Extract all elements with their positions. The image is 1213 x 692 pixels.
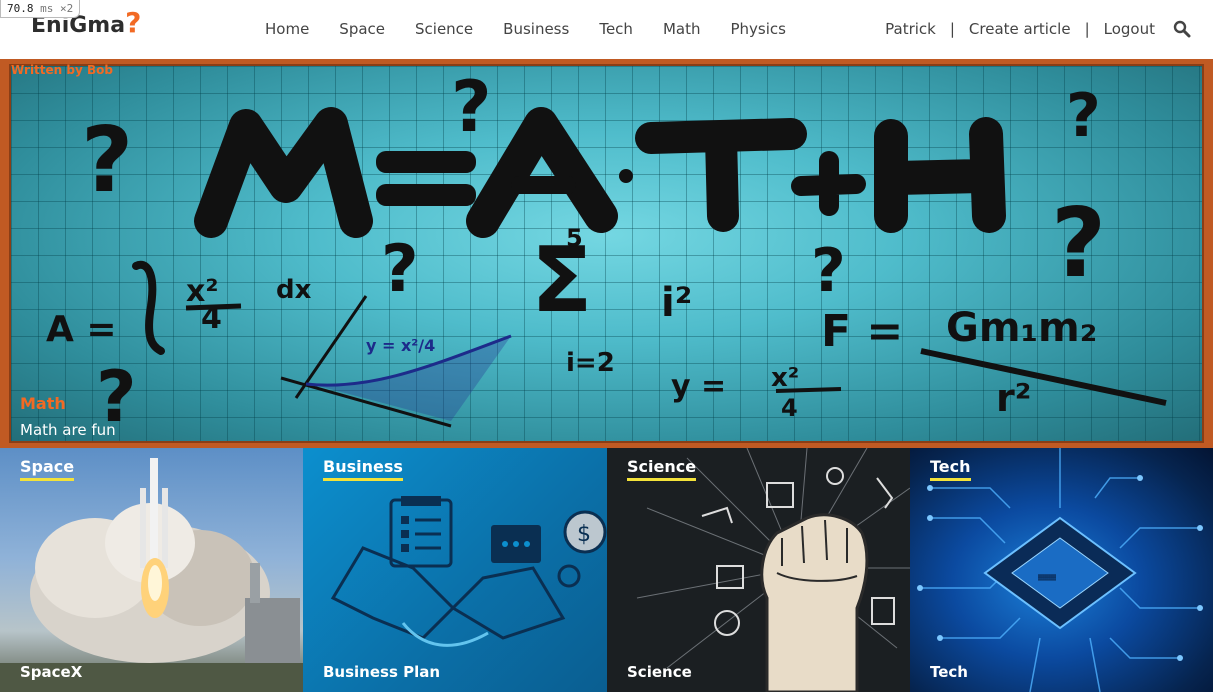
search-icon[interactable] [1173, 20, 1191, 38]
svg-text:4: 4 [781, 394, 798, 422]
timing-readout: 70.8 ms ×2 [0, 0, 81, 18]
card-business[interactable]: $ Business Business Plan [303, 448, 607, 692]
svg-text:▦▦▦: ▦▦▦ [1038, 572, 1056, 583]
separator: | [1084, 20, 1090, 38]
svg-text:i²: i² [661, 280, 692, 326]
math-chalkboard-illustration: ? ? ? ? ? ? ? A = x² 4 dx Σ 5 i=2 i² y =… [46, 66, 1167, 438]
nav-tech[interactable]: Tech [599, 18, 633, 40]
svg-text:$: $ [577, 522, 591, 547]
nav-physics[interactable]: Physics [730, 18, 785, 40]
card-category-label[interactable]: Space [20, 457, 75, 481]
article-title[interactable]: Math are fun [20, 421, 116, 439]
svg-text:5: 5 [566, 224, 583, 252]
card-category-label[interactable]: Tech [930, 457, 971, 481]
svg-text:?: ? [381, 232, 419, 307]
user-nav: Patrick | Create article | Logout [885, 18, 1191, 40]
nav-home[interactable]: Home [265, 18, 309, 40]
main-nav: Home Space Science Business Tech Math Ph… [250, 18, 801, 40]
featured-article[interactable]: ? ? ? ? ? ? ? A = x² 4 dx Σ 5 i=2 i² y =… [0, 59, 1213, 448]
svg-text:?: ? [81, 108, 133, 213]
create-article-link[interactable]: Create article [969, 18, 1071, 40]
svg-text:?: ? [811, 236, 846, 306]
svg-text:?: ? [1066, 81, 1101, 151]
svg-text:y =: y = [671, 369, 726, 404]
card-title[interactable]: Business Plan [323, 663, 440, 681]
svg-text:?: ? [451, 66, 492, 148]
nav-science[interactable]: Science [415, 18, 473, 40]
nav-business[interactable]: Business [503, 18, 569, 40]
hero-image: ? ? ? ? ? ? ? A = x² 4 dx Σ 5 i=2 i² y =… [9, 64, 1204, 443]
top-header: 70.8 ms ×2 EniGma? Home Space Science Bu… [0, 0, 1213, 59]
card-category-label[interactable]: Business [323, 457, 403, 481]
card-tech[interactable]: ▦▦▦ Tech Tech [910, 448, 1213, 692]
svg-text:F =: F = [821, 306, 903, 357]
nav-math[interactable]: Math [663, 18, 701, 40]
article-category[interactable]: Math [20, 394, 66, 413]
svg-text:A =: A = [46, 309, 117, 350]
svg-text:y = x²/4: y = x²/4 [366, 336, 435, 355]
separator: | [949, 20, 955, 38]
nav-space[interactable]: Space [339, 18, 385, 40]
card-category-label[interactable]: Science [627, 457, 697, 481]
logo-question-mark: ? [125, 6, 142, 39]
user-profile-link[interactable]: Patrick [885, 18, 936, 40]
svg-text:r²: r² [996, 376, 1031, 420]
card-science[interactable]: Science Science [607, 448, 910, 692]
logout-link[interactable]: Logout [1104, 18, 1155, 40]
science-fist-image [636, 448, 910, 692]
svg-text:Σ: Σ [531, 228, 592, 333]
card-space[interactable]: Space SpaceX [0, 448, 303, 692]
circuit-chip-image: ▦▦▦ [917, 448, 1203, 692]
svg-text:Gm₁m₂: Gm₁m₂ [946, 305, 1097, 351]
rocket-launch-image [0, 458, 303, 692]
svg-text:dx: dx [276, 275, 312, 305]
timing-value: 70.8 [7, 2, 34, 15]
svg-text:?: ? [1051, 189, 1106, 299]
card-title[interactable]: SpaceX [20, 663, 82, 681]
card-title[interactable]: Tech [930, 663, 968, 681]
category-cards: Space SpaceX $ Business Business Plan Sc… [0, 448, 1213, 692]
svg-text:i=2: i=2 [566, 348, 615, 378]
business-handshake-image: $ [330, 496, 607, 647]
article-author[interactable]: Written by Bob [11, 63, 113, 77]
card-title[interactable]: Science [627, 663, 692, 681]
timing-unit: ms ×2 [40, 2, 74, 15]
